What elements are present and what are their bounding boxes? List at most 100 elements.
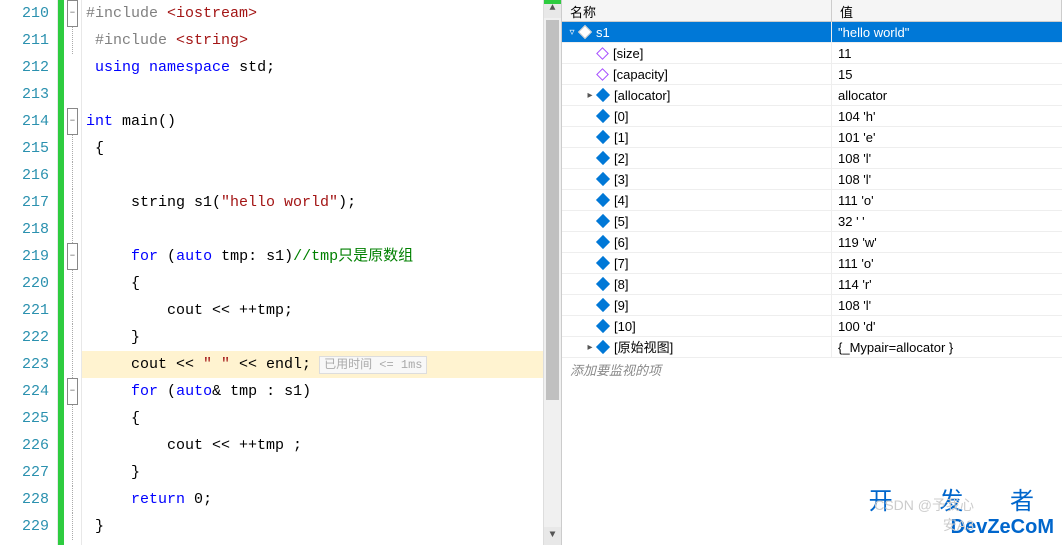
watch-row[interactable]: [6]119 'w': [562, 232, 1062, 253]
watch-row[interactable]: [8] 114 'r': [562, 274, 1062, 295]
line-number: 215: [0, 135, 49, 162]
code-line[interactable]: [82, 162, 561, 189]
code-line[interactable]: cout << ++tmp;: [82, 297, 561, 324]
watch-value: 108 'l': [832, 295, 1062, 315]
type-icon: [596, 88, 610, 102]
scroll-down-arrow[interactable]: ▼: [544, 527, 561, 545]
fold-guide-line: [72, 486, 73, 513]
watch-row[interactable]: [0]104 'h': [562, 106, 1062, 127]
type-icon: [596, 151, 610, 165]
code-line[interactable]: {: [82, 405, 561, 432]
code-line[interactable]: int main(): [82, 108, 561, 135]
watch-row[interactable]: [capacity]15: [562, 64, 1062, 85]
code-line[interactable]: cout << ++tmp ;: [82, 432, 561, 459]
watch-name: [6]: [614, 232, 628, 253]
watch-name: [9]: [614, 295, 628, 316]
watch-row[interactable]: [2]108 'l': [562, 148, 1062, 169]
scroll-thumb[interactable]: [546, 20, 559, 400]
fold-toggle-icon[interactable]: −: [67, 243, 78, 270]
type-icon: [596, 47, 609, 60]
watch-name: [10]: [614, 316, 636, 337]
fold-gutter: − − − −: [64, 0, 82, 545]
watch-name: [1]: [614, 127, 628, 148]
line-number: 212: [0, 54, 49, 81]
watch-row[interactable]: [1]101 'e': [562, 127, 1062, 148]
code-line[interactable]: [82, 81, 561, 108]
type-icon: [596, 130, 610, 144]
code-line[interactable]: string s1("hello world");: [82, 189, 561, 216]
code-line[interactable]: }: [82, 513, 561, 540]
watch-row[interactable]: [10]100 'd': [562, 316, 1062, 337]
fold-guide-line: [72, 135, 73, 162]
code-line[interactable]: }: [82, 324, 561, 351]
code-line[interactable]: return 0;: [82, 486, 561, 513]
watch-panel[interactable]: 名称 值 ▿s1"hello world"[size]11[capacity]1…: [562, 0, 1062, 545]
watch-row[interactable]: [7]111 'o': [562, 253, 1062, 274]
fold-guide-line: [72, 297, 73, 324]
code-line[interactable]: cout << " " << endl;已用时间 <= 1ms: [82, 351, 561, 378]
watch-value: 111 'o': [832, 190, 1062, 210]
vertical-scrollbar[interactable]: ▲ ▼: [543, 0, 561, 545]
type-icon: [596, 298, 610, 312]
watch-value: 32 ' ': [832, 211, 1062, 231]
fold-toggle-icon[interactable]: −: [67, 108, 78, 135]
add-watch-item[interactable]: 添加要监视的项: [562, 358, 1062, 380]
expander-icon[interactable]: ▸: [584, 337, 596, 358]
watch-name: [size]: [613, 43, 643, 64]
watch-value: 104 'h': [832, 106, 1062, 126]
line-number: 226: [0, 432, 49, 459]
watch-row[interactable]: [9] 108 'l': [562, 295, 1062, 316]
line-number: 228: [0, 486, 49, 513]
line-number: 220: [0, 270, 49, 297]
fold-guide-line: [72, 162, 73, 189]
watch-body: ▿s1"hello world"[size]11[capacity]15▸[al…: [562, 22, 1062, 358]
watermark-kaifazhe: 开 发 者: [869, 481, 1054, 516]
expander-icon[interactable]: ▸: [584, 85, 596, 106]
code-line[interactable]: using namespace std;: [82, 54, 561, 81]
code-line[interactable]: for (auto tmp: s1)//tmp只是原数组: [82, 243, 561, 270]
code-content[interactable]: #include <iostream> #include <string> us…: [82, 0, 561, 545]
watch-row[interactable]: ▸[allocator]allocator: [562, 85, 1062, 106]
line-number: 219: [0, 243, 49, 270]
header-name-column[interactable]: 名称: [562, 0, 832, 21]
line-number: 211: [0, 27, 49, 54]
header-value-column[interactable]: 值: [832, 0, 1062, 21]
code-editor[interactable]: 2102112122132142152162172182192202212222…: [0, 0, 562, 545]
code-line[interactable]: [82, 216, 561, 243]
line-number: 218: [0, 216, 49, 243]
watch-value: 108 'l': [832, 148, 1062, 168]
line-number-gutter: 2102112122132142152162172182192202212222…: [0, 0, 58, 545]
watch-name: [原始视图]: [614, 337, 673, 358]
code-line[interactable]: {: [82, 135, 561, 162]
watch-value: 11: [832, 43, 1062, 63]
watch-name: s1: [596, 22, 610, 43]
watch-name: [5]: [614, 211, 628, 232]
watch-row[interactable]: [5] 32 ' ': [562, 211, 1062, 232]
watch-row[interactable]: ▿s1"hello world": [562, 22, 1062, 43]
watch-row[interactable]: [4]111 'o': [562, 190, 1062, 211]
line-number: 224: [0, 378, 49, 405]
watch-value: {_Mypair=allocator }: [832, 337, 1062, 357]
fold-toggle-icon[interactable]: −: [67, 0, 78, 27]
type-icon: [596, 68, 609, 81]
watch-name: [3]: [614, 169, 628, 190]
code-line[interactable]: for (auto& tmp : s1): [82, 378, 561, 405]
fold-toggle-icon[interactable]: −: [67, 378, 78, 405]
watch-name: [8]: [614, 274, 628, 295]
watch-row[interactable]: [size] 11: [562, 43, 1062, 64]
type-icon: [578, 25, 592, 39]
code-line[interactable]: }: [82, 459, 561, 486]
watch-value: 114 'r': [832, 274, 1062, 294]
watch-row[interactable]: [3]108 'l': [562, 169, 1062, 190]
watch-row[interactable]: ▸ [原始视图] {_Mypair=allocator }: [562, 337, 1062, 358]
code-line[interactable]: #include <string>: [82, 27, 561, 54]
code-line[interactable]: #include <iostream>: [82, 0, 561, 27]
code-line[interactable]: {: [82, 270, 561, 297]
type-icon: [596, 319, 610, 333]
fold-guide-line: [72, 459, 73, 486]
line-number: 214: [0, 108, 49, 135]
line-number: 222: [0, 324, 49, 351]
expander-icon[interactable]: ▿: [566, 22, 578, 43]
type-icon: [596, 193, 610, 207]
line-number: 227: [0, 459, 49, 486]
